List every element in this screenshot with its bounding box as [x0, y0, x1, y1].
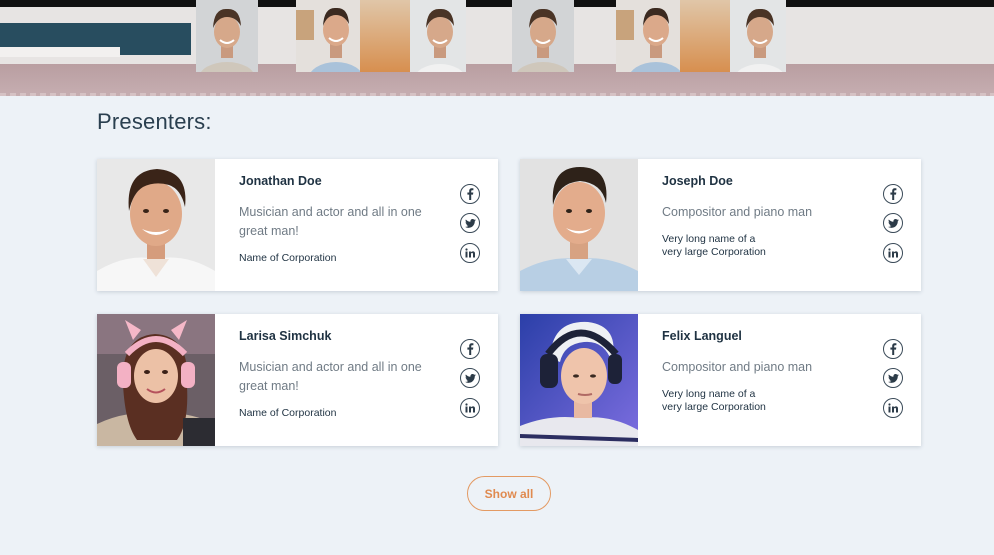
presenter-role: Musician and actor and all in one great … [239, 360, 422, 393]
twitter-icon[interactable] [460, 213, 480, 233]
presenter-card-felix-languel: Felix Languel Compositor and piano man V… [520, 314, 921, 446]
presenter-photo [97, 314, 215, 446]
banner-thumbnail [360, 0, 410, 72]
presenter-name: Larisa Simchuk [239, 329, 332, 343]
presenter-name: Felix Languel [662, 329, 742, 343]
presenter-corporation: Name of Corporation [239, 252, 337, 264]
presenter-corporation: Very long name of a very large Corporati… [662, 233, 766, 258]
linkedin-icon[interactable] [883, 398, 903, 418]
presenter-card-jonathan-doe: Jonathan Doe Musician and actor and all … [97, 159, 498, 291]
presenter-role: Compositor and piano man [662, 360, 813, 374]
presenter-name: Joseph Doe [662, 174, 733, 188]
presenter-card-joseph-doe: Joseph Doe Compositor and piano man Very… [520, 159, 921, 291]
twitter-icon[interactable] [883, 213, 903, 233]
banner-thumbnail [512, 0, 574, 72]
banner-thumbnail [730, 0, 786, 72]
facebook-icon[interactable] [460, 339, 480, 359]
presenter-role: Compositor and piano man [662, 205, 813, 219]
banner-thumbnail [296, 0, 360, 72]
linkedin-icon[interactable] [883, 243, 903, 263]
top-banner [0, 0, 994, 96]
banner-thumbnail [196, 0, 258, 72]
presenter-corporation: Very long name of a very large Corporati… [662, 388, 766, 413]
presenter-role: Musician and actor and all in one great … [239, 205, 422, 238]
banner-thumbnail [410, 0, 466, 72]
banner-thumbnail [680, 0, 730, 72]
presenter-photo [520, 314, 638, 446]
banner-thumbnail [616, 0, 680, 72]
linkedin-icon[interactable] [460, 243, 480, 263]
facebook-icon[interactable] [883, 339, 903, 359]
facebook-icon[interactable] [883, 184, 903, 204]
presenter-name: Jonathan Doe [239, 174, 322, 188]
twitter-icon[interactable] [460, 368, 480, 388]
presenter-corporation: Name of Corporation [239, 407, 337, 419]
show-all-button[interactable]: Show all [467, 476, 551, 511]
presenter-card-larisa-simchuk: Larisa Simchuk Musician and actor and al… [97, 314, 498, 446]
twitter-icon[interactable] [883, 368, 903, 388]
linkedin-icon[interactable] [460, 398, 480, 418]
presenter-photo [520, 159, 638, 291]
section-title: Presenters: [97, 109, 212, 134]
presenter-photo [97, 159, 215, 291]
facebook-icon[interactable] [460, 184, 480, 204]
